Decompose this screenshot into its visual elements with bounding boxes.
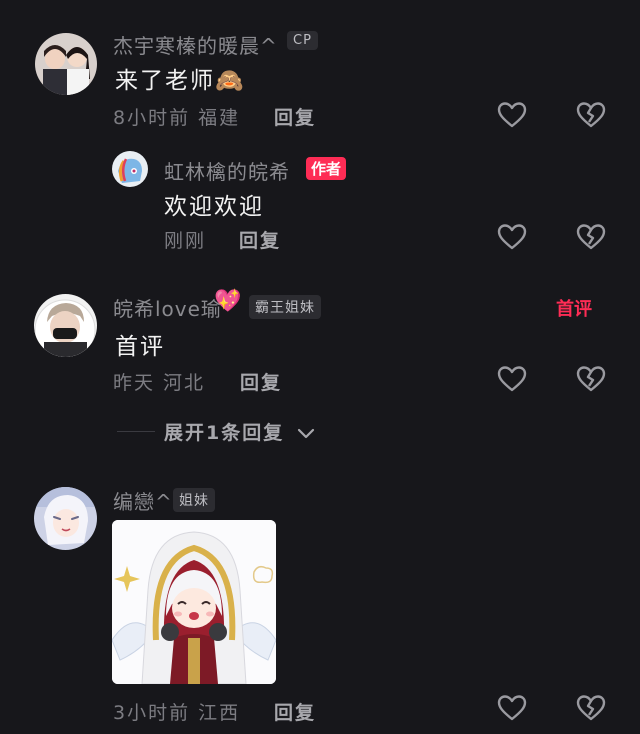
heart-outline-icon[interactable] bbox=[497, 101, 527, 129]
avatar[interactable] bbox=[34, 294, 97, 357]
comment-username[interactable]: 编戀^ bbox=[113, 486, 173, 515]
sparkling-heart-emoji: 💖 bbox=[214, 289, 242, 314]
comment-time-location: 昨天 河北 bbox=[113, 372, 206, 394]
comment-time-location: 3小时前 江西 bbox=[113, 702, 241, 724]
sister-badge: 姐妹 bbox=[173, 488, 215, 512]
expand-replies-button[interactable]: 展开1条回复 bbox=[164, 418, 315, 445]
comment-text: 欢迎欢迎 bbox=[164, 194, 264, 220]
heart-outline-icon[interactable] bbox=[497, 365, 527, 393]
comment-image[interactable] bbox=[112, 520, 276, 684]
cp-badge: CP bbox=[287, 31, 318, 50]
avatar[interactable] bbox=[34, 487, 97, 550]
comment-username[interactable]: 杰宇寒榛的暖晨^ bbox=[113, 30, 278, 59]
first-comment-tag: 首评 bbox=[556, 295, 592, 321]
author-badge: 作者 bbox=[306, 157, 347, 180]
comment-username[interactable]: 皖希love瑜 bbox=[113, 293, 222, 322]
heart-outline-icon[interactable] bbox=[497, 223, 527, 251]
bawang-badge: 霸王姐妹 bbox=[249, 295, 321, 319]
comment-time-location: 刚刚 bbox=[164, 230, 207, 252]
comment-text: 来了老师🙈 bbox=[115, 68, 246, 94]
comment-text: 首评 bbox=[115, 334, 165, 360]
broken-heart-icon[interactable] bbox=[576, 694, 606, 722]
broken-heart-icon[interactable] bbox=[576, 365, 606, 393]
reply-button[interactable]: 回复 bbox=[240, 368, 282, 395]
broken-heart-icon[interactable] bbox=[576, 223, 606, 251]
broken-heart-icon[interactable] bbox=[576, 101, 606, 129]
heart-outline-icon[interactable] bbox=[497, 694, 527, 722]
expand-divider bbox=[117, 431, 155, 432]
comment-time-location: 8小时前 福建 bbox=[113, 107, 241, 129]
first-comment-tag-text: 首评 bbox=[556, 299, 592, 320]
reply-button[interactable]: 回复 bbox=[239, 226, 281, 253]
reply-button[interactable]: 回复 bbox=[274, 103, 316, 130]
avatar[interactable] bbox=[112, 151, 148, 187]
expand-replies-label: 展开1条回复 bbox=[164, 422, 285, 444]
chevron-down-icon bbox=[297, 428, 314, 438]
avatar[interactable] bbox=[35, 33, 97, 95]
comment-username[interactable]: 虹林檎的皖希 bbox=[164, 156, 290, 185]
reply-button[interactable]: 回复 bbox=[274, 698, 316, 725]
